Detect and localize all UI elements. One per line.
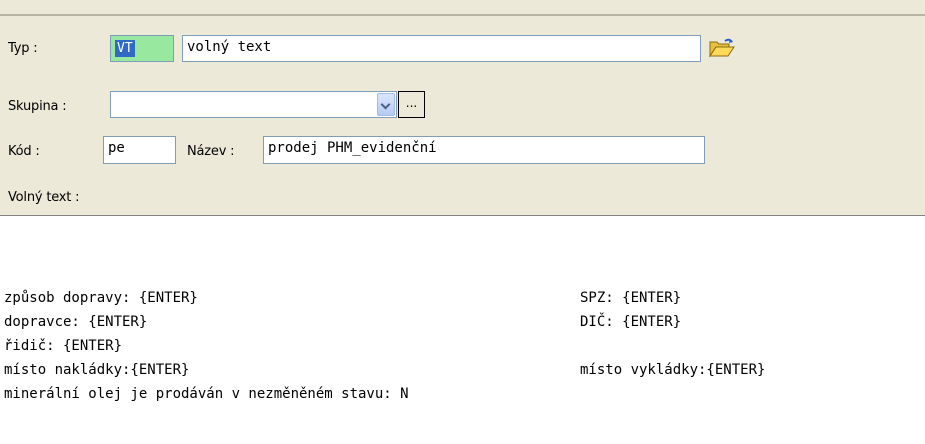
- form-panel: Typ : VT volný text Skupina : ... Kód : …: [0, 16, 925, 215]
- typ-label: Typ :: [8, 41, 38, 56]
- chevron-down-icon[interactable]: [377, 93, 395, 116]
- text-line-4-left: místo nakládky:{ENTER}: [4, 362, 190, 378]
- volny-text-label: Volný text :: [8, 190, 80, 205]
- text-line-1-left: způsob dopravy: {ENTER}: [4, 290, 198, 306]
- text-line-1-right: SPZ: {ENTER}: [580, 290, 682, 306]
- nazev-label: Název :: [187, 144, 235, 159]
- skupina-select[interactable]: [110, 91, 397, 118]
- typ-code-field[interactable]: VT: [110, 35, 174, 62]
- text-line-5: minerální olej je prodáván v nezměněném …: [4, 386, 409, 402]
- open-folder-icon[interactable]: [709, 38, 735, 58]
- text-line-3: řidič: {ENTER}: [4, 338, 123, 354]
- kod-field[interactable]: pe: [103, 136, 176, 164]
- window-top-edge: [0, 0, 925, 16]
- text-line-2-right: DIČ: {ENTER}: [580, 314, 682, 330]
- text-line-2-left: dopravce: {ENTER}: [4, 314, 148, 330]
- skupina-label: Skupina :: [8, 99, 67, 114]
- skupina-browse-button[interactable]: ...: [398, 91, 425, 118]
- free-text-area[interactable]: způsob dopravy: {ENTER} SPZ: {ENTER} dop…: [0, 215, 925, 444]
- kod-label: Kód :: [8, 144, 40, 159]
- nazev-field[interactable]: prodej PHM_evidenční: [263, 136, 705, 164]
- nazev-value: prodej PHM_evidenční: [268, 140, 437, 156]
- kod-value: pe: [108, 140, 125, 156]
- text-line-4-right: místo vykládky:{ENTER}: [580, 362, 766, 378]
- typ-code-value: VT: [115, 40, 135, 57]
- typ-name-value: volný text: [187, 39, 272, 55]
- typ-name-field[interactable]: volný text: [182, 35, 701, 62]
